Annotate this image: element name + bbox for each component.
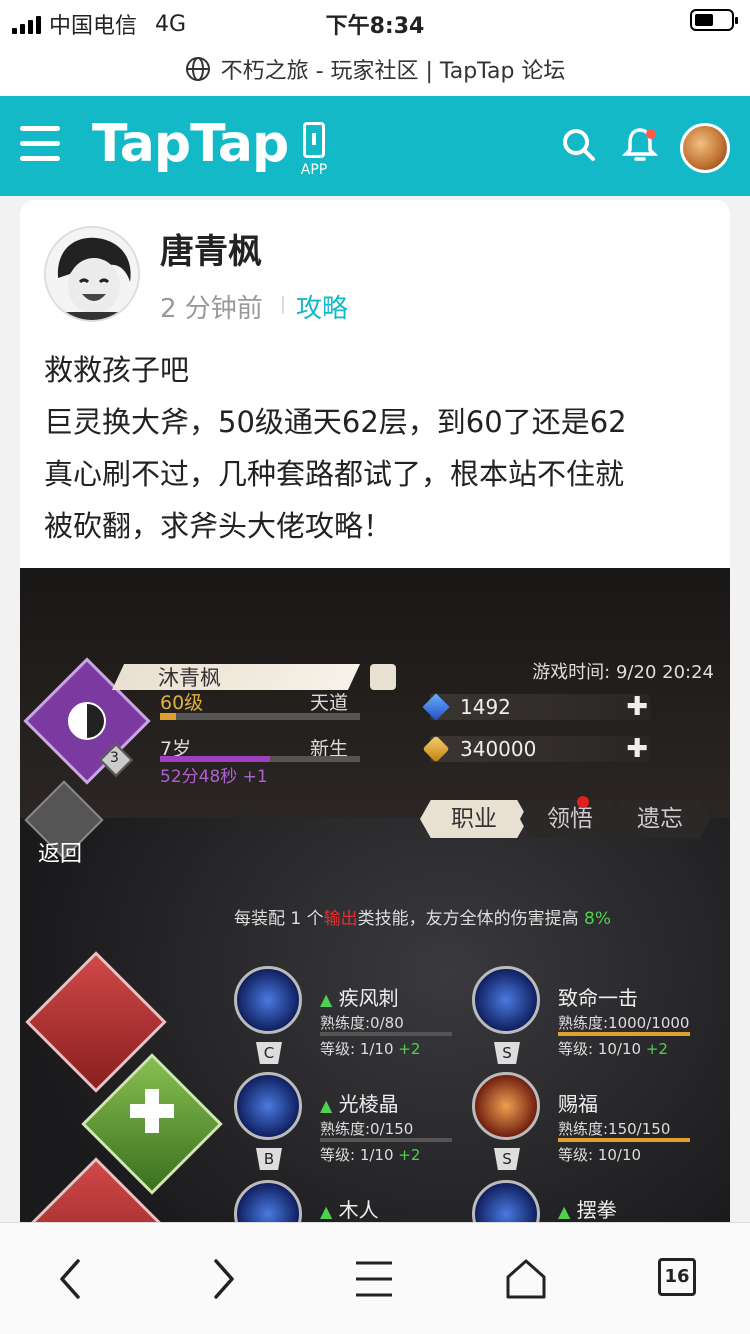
skill-rank: B xyxy=(256,1148,282,1170)
notification-bell-icon[interactable] xyxy=(620,124,660,164)
plus-icon: ✚ xyxy=(626,734,648,764)
skill-icon xyxy=(234,966,302,1034)
game-time: 游戏时间: 9/20 20:24 xyxy=(532,662,714,683)
author-avatar[interactable] xyxy=(44,226,140,322)
skill-level: 等级: 1/10 +2 xyxy=(320,1040,421,1058)
exp-bar xyxy=(160,713,360,720)
taptap-logo[interactable]: TapTap xyxy=(92,114,289,174)
browser-toolbar xyxy=(0,1222,750,1334)
yin-yang-icon xyxy=(68,702,106,740)
proficiency-bar xyxy=(320,1032,452,1036)
url-bar[interactable]: 不朽之旅 - 玩家社区 | TapTap 论坛 xyxy=(0,42,750,96)
forward-arrow-icon[interactable] xyxy=(194,1251,250,1307)
globe-icon xyxy=(185,57,210,81)
tab-insight: 领悟 xyxy=(520,800,620,838)
skill-rank: S xyxy=(494,1148,520,1170)
skill-icon xyxy=(472,966,540,1034)
skill-rank: S xyxy=(494,1042,520,1064)
skill-name: ▲ 摆拳 xyxy=(558,1198,617,1222)
post-body: 救救孩子吧 巨灵换大斧，50级通天62层，到60了还是62 真心刷不过，几种套路… xyxy=(44,344,714,552)
plus-icon: ✚ xyxy=(626,692,648,722)
skill-level: 等级: 10/10 xyxy=(558,1146,642,1164)
user-avatar[interactable] xyxy=(680,123,730,173)
skill-tip: 每装配 1 个输出类技能，友方全体的伤害提高 8% xyxy=(234,909,612,929)
skill-name: 赐福 xyxy=(558,1092,598,1116)
app-download-button[interactable]: APP xyxy=(296,122,332,178)
skill-name: ▲ 光棱晶 xyxy=(320,1092,399,1116)
app-label: APP xyxy=(300,162,328,178)
post-image[interactable]: 3 沐青枫 60级 天道 7岁 新生 52分48秒 +1 游戏时间: 9/20 … xyxy=(20,568,730,1334)
status-bar: 中国电信 4G 下午8:34 xyxy=(0,0,750,42)
skill-name: 致命一击 xyxy=(558,986,638,1010)
proficiency-bar xyxy=(320,1138,452,1142)
skill-name: ▲ 疾风刺 xyxy=(320,986,399,1010)
skill-name: ▲ 木人 xyxy=(320,1198,379,1222)
site-header: TapTap APP xyxy=(0,96,750,196)
skill-level: 等级: 1/10 +2 xyxy=(320,1146,421,1164)
post-tag[interactable]: 攻略 xyxy=(296,288,348,325)
menu-icon[interactable] xyxy=(20,126,60,162)
home-icon[interactable] xyxy=(498,1251,554,1307)
proficiency-bar xyxy=(558,1032,690,1036)
tabs-button[interactable]: 16 xyxy=(658,1258,696,1296)
post-line: 巨灵换大斧，50级通天62层，到60了还是62 xyxy=(44,405,627,439)
menu-lines-icon[interactable] xyxy=(346,1251,402,1307)
skill-proficiency: 熟练度:150/150 xyxy=(558,1120,671,1138)
skill-icon xyxy=(472,1072,540,1140)
clock: 下午8:34 xyxy=(325,14,425,39)
skill-proficiency: 熟练度:1000/1000 xyxy=(558,1014,690,1032)
proficiency-bar xyxy=(558,1138,690,1142)
avatar-illustration xyxy=(46,228,138,320)
skill-proficiency: 熟练度:0/80 xyxy=(320,1014,404,1032)
age-timer: 52分48秒 +1 xyxy=(160,767,268,787)
search-icon[interactable] xyxy=(562,128,596,162)
page-title: 不朽之旅 - 玩家社区 | TapTap 论坛 xyxy=(220,59,566,84)
phone-icon xyxy=(303,122,325,158)
author-name[interactable]: 唐青枫 xyxy=(160,224,262,273)
back-arrow-icon[interactable] xyxy=(44,1251,100,1307)
notification-dot xyxy=(577,796,589,808)
tab-career: 职业 xyxy=(420,800,528,838)
character-realm: 天道 xyxy=(310,692,349,714)
badge-level: 3 xyxy=(110,750,119,766)
gem-counter: 1492 ✚ xyxy=(422,692,650,722)
post-line: 被砍翻，求斧头大佬攻略！ xyxy=(44,509,393,543)
divider xyxy=(282,296,284,314)
back-label: 返回 xyxy=(38,842,83,867)
character-level: 60级 xyxy=(160,692,204,714)
skill-icon xyxy=(234,1072,302,1140)
edit-icon xyxy=(370,664,396,690)
post-line: 救救孩子吧 xyxy=(44,353,190,387)
skill-proficiency: 熟练度:0/150 xyxy=(320,1120,414,1138)
skill-rank: C xyxy=(256,1042,282,1064)
post-line: 真心刷不过，几种套路都试了，根本站不住就 xyxy=(44,457,625,491)
skill-level: 等级: 10/10 +2 xyxy=(558,1040,668,1058)
coin-counter: 340000 ✚ xyxy=(422,734,650,764)
tab-forget: 遗忘 xyxy=(610,800,710,838)
battery-icon xyxy=(690,9,738,31)
post-time: 2 分钟前 xyxy=(160,294,263,324)
post-card: 唐青枫 2 分钟前 攻略 救救孩子吧 巨灵换大斧，50级通天62层，到60了还是… xyxy=(20,200,730,1334)
